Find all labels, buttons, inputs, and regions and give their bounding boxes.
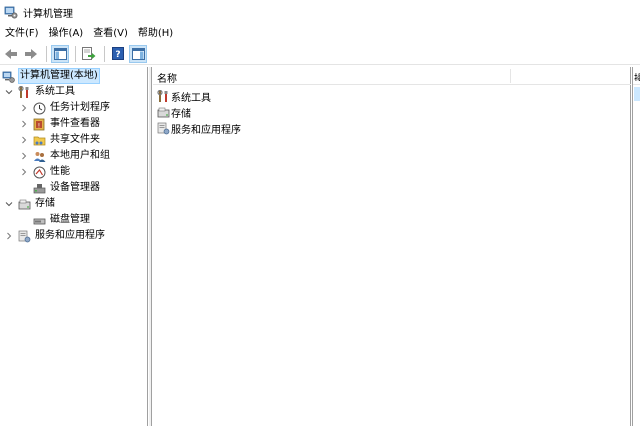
services-icon <box>18 230 31 243</box>
tree-item-label: 系统工具 <box>35 86 75 97</box>
menu-view[interactable]: 查看(V) <box>88 25 133 42</box>
tree-item-label: 设备管理器 <box>50 182 100 193</box>
show-hide-action-pane-button[interactable] <box>129 44 147 63</box>
export-list-icon <box>82 47 96 60</box>
list-item-label: 系统工具 <box>171 92 211 104</box>
chevron-right-icon[interactable] <box>19 119 29 129</box>
device-manager-icon <box>33 182 46 195</box>
svg-text:?: ? <box>115 50 120 60</box>
tree-item-label: 共享文件夹 <box>50 134 100 145</box>
actions-pane[interactable]: 操 <box>632 67 640 426</box>
tree-item-services-apps[interactable]: 服务和应用程序 <box>4 228 106 244</box>
back-button[interactable] <box>2 45 20 63</box>
show-hide-console-tree-button[interactable] <box>51 44 69 63</box>
chevron-right-icon[interactable] <box>19 151 29 161</box>
chevron-down-icon[interactable] <box>4 199 14 209</box>
system-tools-icon <box>18 85 31 99</box>
chevron-right-icon[interactable] <box>4 231 14 241</box>
menu-file[interactable]: 文件(F) <box>0 25 44 42</box>
chevron-right-icon[interactable] <box>19 135 29 145</box>
help-button[interactable]: ? <box>109 45 127 63</box>
column-divider[interactable] <box>510 69 511 83</box>
actions-pane-selected-item[interactable] <box>634 87 640 101</box>
tree-item-performance[interactable]: 性能 <box>19 164 71 180</box>
pane-splitter[interactable] <box>149 67 152 426</box>
disk-icon <box>33 214 46 227</box>
performance-icon <box>33 166 46 179</box>
clock-icon <box>33 102 46 115</box>
forward-arrow-icon <box>25 48 37 59</box>
menu-action[interactable]: 操作(A) <box>44 25 89 42</box>
system-tools-icon <box>157 89 170 103</box>
users-icon <box>33 150 46 163</box>
svg-text:!: ! <box>38 122 40 129</box>
storage-icon <box>18 198 31 211</box>
export-list-button[interactable] <box>80 45 98 63</box>
actions-pane-header: 操 <box>633 67 640 85</box>
storage-icon <box>157 106 170 119</box>
tree-item-label: 计算机管理(本地) <box>18 68 100 84</box>
console-tree[interactable]: 计算机管理(本地) 系统工具 任务计划程序 ! 事件查看器 共享文件夹 本地用户… <box>0 67 148 426</box>
computer-management-icon <box>4 5 18 19</box>
toolbar-separator <box>46 45 47 62</box>
tree-item-system-tools[interactable]: 系统工具 <box>4 84 76 100</box>
event-viewer-icon: ! <box>33 118 46 131</box>
computer-management-window: 计算机管理 文件(F) 操作(A) 查看(V) 帮助(H) ? 计算机管理(本地… <box>0 0 640 426</box>
tree-item-event-viewer[interactable]: ! 事件查看器 <box>19 116 101 132</box>
chevron-down-icon[interactable] <box>4 87 14 97</box>
tree-item-label: 性能 <box>50 166 70 177</box>
show-hide-action-pane-icon <box>131 47 145 60</box>
services-icon <box>157 122 170 135</box>
menu-help[interactable]: 帮助(H) <box>133 25 178 42</box>
tree-item-label: 任务计划程序 <box>50 102 110 113</box>
show-hide-console-tree-icon <box>53 47 67 60</box>
toolbar-separator <box>75 45 76 62</box>
tree-item-task-scheduler[interactable]: 任务计划程序 <box>19 100 111 116</box>
list-item-label: 服务和应用程序 <box>171 124 241 136</box>
help-icon: ? <box>112 47 124 60</box>
list-item[interactable]: 服务和应用程序 <box>157 120 241 136</box>
tree-item-local-users[interactable]: 本地用户和组 <box>19 148 111 164</box>
column-header-name[interactable]: 名称 <box>157 70 177 85</box>
list-item[interactable]: 系统工具 <box>157 88 211 104</box>
tree-item-storage[interactable]: 存储 <box>4 196 56 212</box>
tree-item-label: 磁盘管理 <box>50 214 90 225</box>
toolbar-separator <box>104 45 105 62</box>
toolbar: ? <box>0 43 640 65</box>
back-arrow-icon <box>5 48 17 59</box>
tree-item-label: 事件查看器 <box>50 118 100 129</box>
chevron-right-icon[interactable] <box>19 103 29 113</box>
column-header: 名称 <box>153 67 631 85</box>
chevron-right-icon[interactable] <box>19 167 29 177</box>
results-list[interactable]: 名称 系统工具 存储 服务和应用程序 <box>153 67 631 426</box>
tree-item-disk-management[interactable]: 磁盘管理 <box>33 212 91 228</box>
tree-item-root[interactable]: 计算机管理(本地) <box>2 68 100 84</box>
forward-button[interactable] <box>22 45 40 63</box>
tree-item-label: 本地用户和组 <box>50 150 110 161</box>
list-item[interactable]: 存储 <box>157 104 191 120</box>
list-item-label: 存储 <box>171 108 191 120</box>
actions-pane-title: 操 <box>634 74 640 81</box>
computer-management-icon <box>2 70 15 83</box>
tree-item-label: 存储 <box>35 198 55 209</box>
tree-item-label: 服务和应用程序 <box>35 230 105 241</box>
tree-item-device-manager[interactable]: 设备管理器 <box>33 180 101 196</box>
menu-bar: 文件(F) 操作(A) 查看(V) 帮助(H) <box>0 25 640 42</box>
title-bar: 计算机管理 <box>0 0 640 24</box>
shared-folder-icon <box>33 134 46 147</box>
window-title: 计算机管理 <box>23 8 73 20</box>
tree-item-shared-folders[interactable]: 共享文件夹 <box>19 132 101 148</box>
